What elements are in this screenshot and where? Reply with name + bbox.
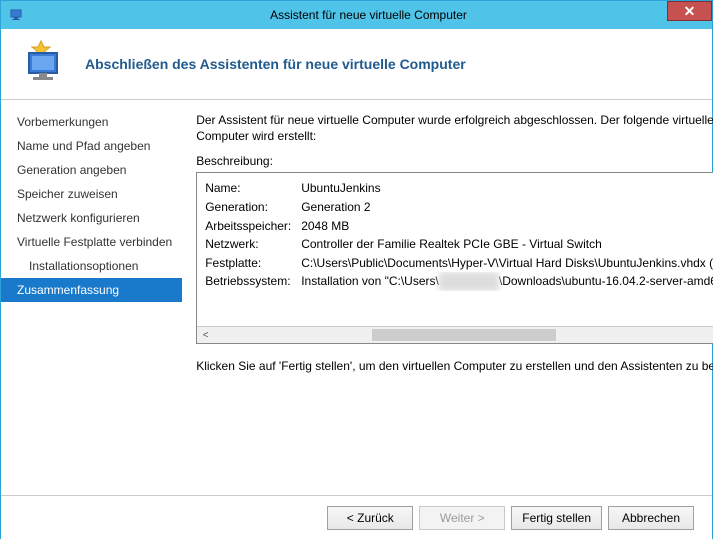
row-key-network: Netzwerk: bbox=[205, 235, 301, 254]
next-button: Weiter > bbox=[419, 506, 505, 530]
wizard-window: Assistent für neue virtuelle Computer ✕ … bbox=[0, 0, 713, 539]
summary-table: Name: UbuntuJenkins Generation: Generati… bbox=[197, 173, 713, 297]
wizard-body: Vorbemerkungen Name und Pfad angeben Gen… bbox=[1, 100, 712, 495]
footer: < Zurück Weiter > Fertig stellen Abbrech… bbox=[1, 495, 712, 540]
back-button[interactable]: < Zurück bbox=[327, 506, 413, 530]
scroll-thumb[interactable] bbox=[372, 329, 556, 341]
table-row: Netzwerk: Controller der Familie Realtek… bbox=[205, 235, 713, 254]
horizontal-scrollbar[interactable]: < > bbox=[197, 326, 713, 343]
window-title: Assistent für neue virtuelle Computer bbox=[25, 8, 712, 22]
titlebar[interactable]: Assistent für neue virtuelle Computer ✕ bbox=[1, 1, 712, 29]
sidebar: Vorbemerkungen Name und Pfad angeben Gen… bbox=[1, 100, 182, 495]
sidebar-item-summary[interactable]: Zusammenfassung bbox=[1, 278, 182, 302]
close-icon: ✕ bbox=[684, 3, 696, 20]
description-label: Beschreibung: bbox=[196, 154, 713, 168]
sidebar-item-memory[interactable]: Speicher zuweisen bbox=[1, 182, 182, 206]
summary-box: Name: UbuntuJenkins Generation: Generati… bbox=[196, 172, 713, 344]
table-row: Arbeitsspeicher: 2048 MB bbox=[205, 217, 713, 236]
row-val-memory: 2048 MB bbox=[301, 217, 349, 236]
wizard-icon bbox=[21, 39, 71, 89]
redacted-text: xxxxxxxxxx bbox=[439, 272, 499, 291]
finish-button[interactable]: Fertig stellen bbox=[511, 506, 602, 530]
sidebar-item-install-options[interactable]: Installationsoptionen bbox=[1, 254, 182, 278]
sidebar-item-vhd[interactable]: Virtuelle Festplatte verbinden bbox=[1, 230, 182, 254]
hint-text: Klicken Sie auf 'Fertig stellen', um den… bbox=[196, 358, 713, 374]
chevron-left-icon: < bbox=[203, 330, 209, 341]
sidebar-item-name-path[interactable]: Name und Pfad angeben bbox=[1, 134, 182, 158]
close-button[interactable]: ✕ bbox=[667, 1, 712, 21]
row-key-generation: Generation: bbox=[205, 198, 301, 217]
sidebar-item-network[interactable]: Netzwerk konfigurieren bbox=[1, 206, 182, 230]
sidebar-item-generation[interactable]: Generation angeben bbox=[1, 158, 182, 182]
scroll-left-button[interactable]: < bbox=[197, 327, 214, 343]
scroll-track[interactable] bbox=[214, 327, 713, 343]
row-key-os: Betriebssystem: bbox=[205, 272, 301, 291]
row-val-os: Installation von "C:\Users\xxxxxxxxxx\Do… bbox=[301, 272, 713, 291]
intro-text: Der Assistent für neue virtuelle Compute… bbox=[196, 112, 713, 144]
table-row: Festplatte: C:\Users\Public\Documents\Hy… bbox=[205, 254, 713, 273]
table-row: Betriebssystem: Installation von "C:\Use… bbox=[205, 272, 713, 291]
row-val-disk: C:\Users\Public\Documents\Hyper-V\Virtua… bbox=[301, 254, 713, 273]
sidebar-item-intro[interactable]: Vorbemerkungen bbox=[1, 110, 182, 134]
row-key-name: Name: bbox=[205, 179, 301, 198]
table-row: Generation: Generation 2 bbox=[205, 198, 713, 217]
row-val-generation: Generation 2 bbox=[301, 198, 370, 217]
row-val-network: Controller der Familie Realtek PCIe GBE … bbox=[301, 235, 602, 254]
row-key-memory: Arbeitsspeicher: bbox=[205, 217, 301, 236]
app-icon bbox=[9, 7, 25, 23]
page-title: Abschließen des Assistenten für neue vir… bbox=[85, 56, 466, 72]
row-key-disk: Festplatte: bbox=[205, 254, 301, 273]
cancel-button[interactable]: Abbrechen bbox=[608, 506, 694, 530]
main-panel: Der Assistent für neue virtuelle Compute… bbox=[182, 100, 713, 495]
table-row: Name: UbuntuJenkins bbox=[205, 179, 713, 198]
row-val-name: UbuntuJenkins bbox=[301, 179, 380, 198]
wizard-header: Abschließen des Assistenten für neue vir… bbox=[1, 29, 712, 99]
